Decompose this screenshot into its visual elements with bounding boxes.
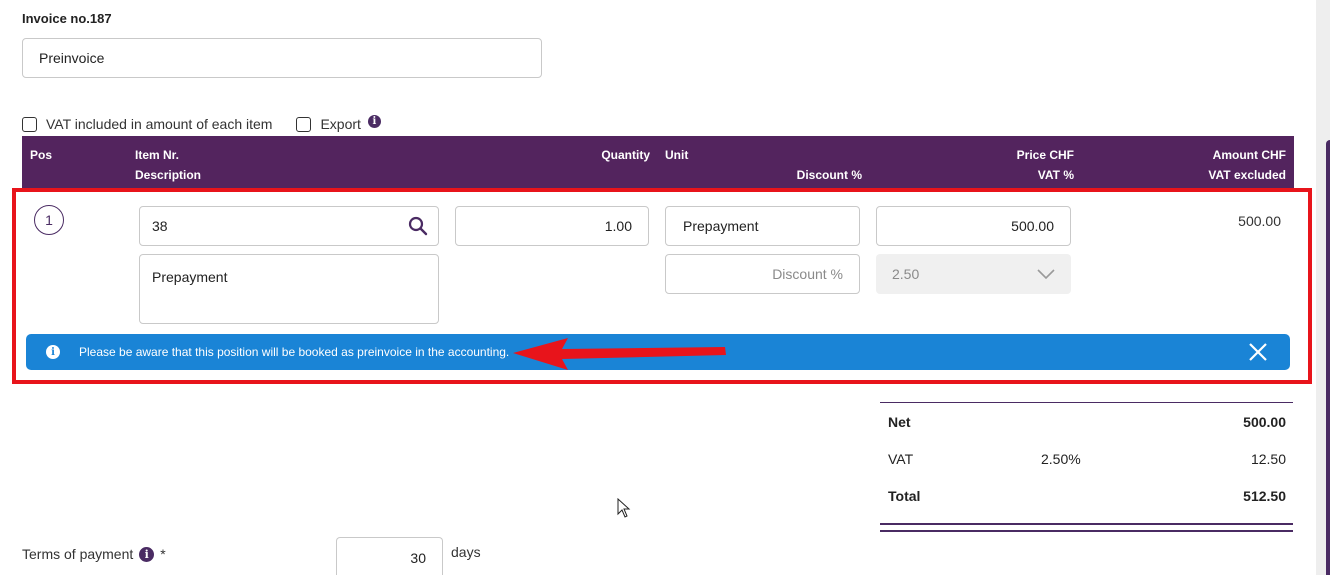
header-vat: VAT % — [1037, 168, 1074, 182]
total-row: Total 512.50 — [888, 488, 1286, 508]
days-unit-label: days — [451, 544, 481, 560]
net-row: Net 500.00 — [888, 414, 1286, 434]
header-price: Price CHF — [1016, 148, 1074, 162]
mouse-cursor-icon — [617, 498, 631, 518]
header-discount: Discount % — [796, 168, 862, 182]
total-value: 512.50 — [1243, 488, 1286, 504]
vat-row: VAT 2.50% 12.50 — [888, 451, 1286, 471]
vat-included-checkbox[interactable] — [22, 116, 37, 132]
terms-label: Terms of payment — [22, 546, 134, 562]
annotation-arrow — [513, 338, 726, 370]
vat-label: VAT — [888, 451, 914, 467]
header-unit: Unit — [665, 148, 689, 162]
terms-info-icon[interactable]: i — [139, 546, 155, 562]
vat-included-label: VAT included in amount of each item — [46, 116, 273, 132]
vat-value: 12.50 — [1250, 451, 1286, 467]
totals-divider-a — [880, 523, 1293, 525]
header-amount: Amount CHF — [1212, 148, 1286, 162]
terms-of-payment: Terms of payment i * — [22, 546, 166, 562]
header-pos: Pos — [30, 148, 53, 162]
vat-rate: 2.50% — [1041, 451, 1081, 467]
terms-days-input[interactable]: 30 — [336, 537, 443, 575]
panel-edge — [1326, 140, 1330, 575]
export-info-icon[interactable]: i — [367, 114, 381, 128]
export-checkbox[interactable] — [296, 116, 312, 132]
net-label: Net — [888, 414, 911, 430]
totals-divider-top — [880, 402, 1293, 403]
total-label: Total — [888, 488, 921, 504]
header-description: Description — [135, 168, 202, 182]
totals-divider-b — [880, 530, 1293, 532]
invoice-title-value: Preinvoice — [39, 50, 105, 66]
export-label: Export — [320, 116, 361, 132]
header-vat-excluded: VAT excluded — [1208, 168, 1286, 182]
positions-table-header: Pos Item Nr. Description Quantity Unit D… — [22, 136, 1294, 188]
required-mark: * — [160, 546, 166, 562]
options-row: VAT included in amount of each item Expo… — [22, 114, 381, 134]
right-panel-strip — [1316, 0, 1330, 575]
header-item-nr: Item Nr. — [135, 148, 180, 162]
header-quantity: Quantity — [601, 148, 650, 162]
terms-days-value: 30 — [410, 549, 426, 566]
invoice-title-input[interactable]: Preinvoice — [22, 38, 542, 78]
net-value: 500.00 — [1243, 414, 1286, 430]
invoice-number-label: Invoice no.187 — [22, 11, 112, 26]
